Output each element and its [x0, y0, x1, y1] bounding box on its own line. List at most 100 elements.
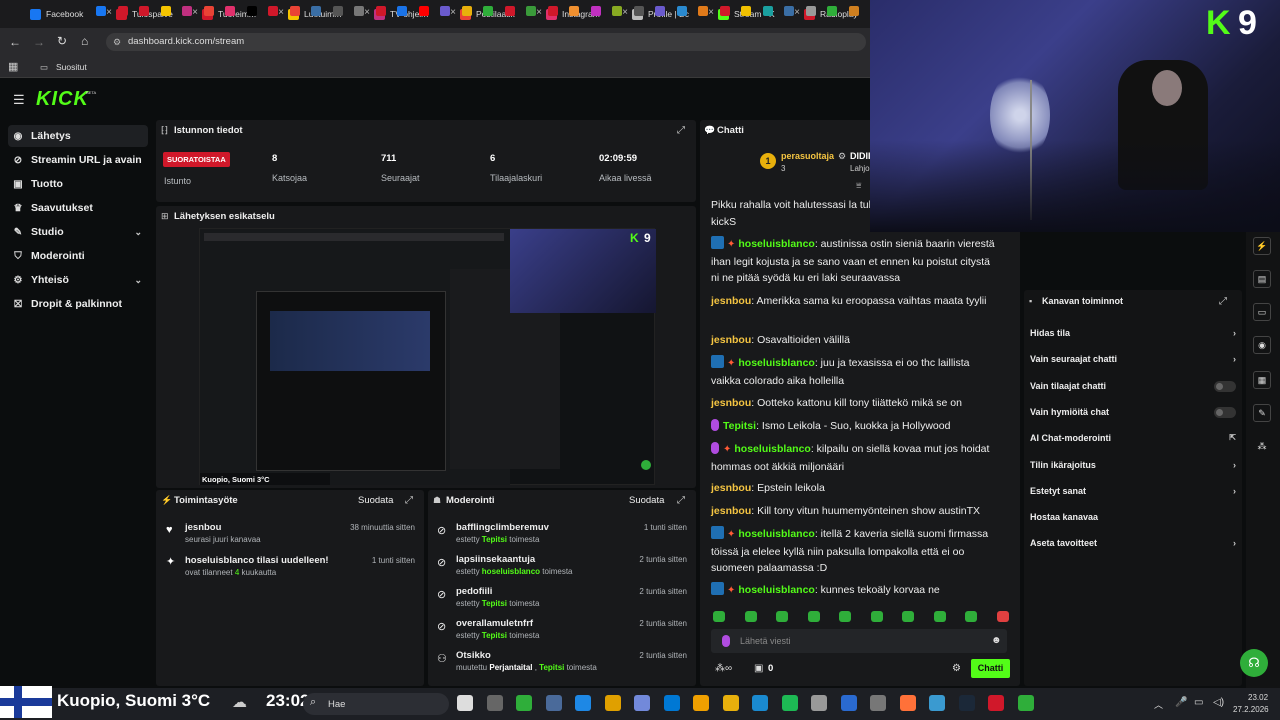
- bookmark-favicon-icon[interactable]: [418, 6, 429, 16]
- spotify-icon[interactable]: [781, 695, 798, 711]
- site-info-icon[interactable]: ⚙: [113, 37, 121, 48]
- bookmark-favicon-icon[interactable]: [440, 6, 450, 16]
- chevron-right-icon[interactable]: ›: [1233, 486, 1236, 496]
- sidebar-item-streamin-url-ja-avain[interactable]: ⊘ Streamin URL ja avain: [8, 149, 148, 171]
- bookmark-favicon-icon[interactable]: [225, 6, 235, 16]
- bookmark-favicon-icon[interactable]: [483, 6, 493, 16]
- bookmark-favicon-icon[interactable]: [96, 6, 106, 16]
- moderation-filter-button[interactable]: Suodata: [629, 495, 664, 506]
- chat-username[interactable]: hoseluisblanco: [738, 584, 814, 596]
- moderation-item-name[interactable]: bafflingclimberemuv: [456, 522, 549, 533]
- channel-action-item[interactable]: Estetyt sanat ›: [1030, 486, 1236, 496]
- bookmark-favicon-icon[interactable]: [805, 6, 816, 16]
- sidebar-item-dropit-palkinnot[interactable]: ⛝ Dropit & palkinnot: [8, 293, 148, 315]
- chat-username[interactable]: hoseluisblanco: [738, 357, 814, 369]
- emote-icon[interactable]: [839, 611, 851, 622]
- channel-action-item[interactable]: Hostaa kanavaa: [1030, 512, 1236, 522]
- emote-icon[interactable]: [902, 611, 914, 622]
- bookmark-favicon-icon[interactable]: [397, 6, 407, 16]
- wrench-icon[interactable]: ✎: [1253, 404, 1271, 422]
- chat-username[interactable]: jesnbou: [711, 505, 751, 517]
- sidebar-item-lähetys[interactable]: ◉ Lähetys: [8, 125, 148, 147]
- chevron-right-icon[interactable]: ›: [1233, 328, 1236, 338]
- bookmark-favicon-icon[interactable]: [504, 6, 515, 16]
- chat-username[interactable]: Tepitsi: [723, 420, 756, 432]
- store-icon[interactable]: ▣: [754, 663, 763, 674]
- bookmark-favicon-icon[interactable]: [203, 6, 214, 16]
- outlook-icon[interactable]: [663, 695, 680, 711]
- bookmark-favicon-icon[interactable]: [246, 6, 257, 16]
- bookmark-favicon-icon[interactable]: [762, 6, 773, 16]
- microphone-icon[interactable]: 🎤: [1175, 697, 1187, 708]
- chat-username[interactable]: hoseluisblanco: [738, 238, 814, 250]
- stream-preview-video[interactable]: K 9 Kuopio, Suomi 3°C: [199, 228, 656, 485]
- sidebar-item-tuotto[interactable]: ▣ Tuotto: [8, 173, 148, 195]
- emoji-icon[interactable]: ☻: [991, 635, 1002, 646]
- chevron-right-icon[interactable]: ›: [1233, 354, 1236, 364]
- close-icon[interactable]: ×: [192, 7, 198, 18]
- support-button[interactable]: ☊: [1240, 649, 1268, 677]
- bookmark-favicon-icon[interactable]: [182, 6, 192, 16]
- pinned-user[interactable]: perasuoltaja: [781, 151, 834, 161]
- chat-username[interactable]: jesnbou: [711, 397, 751, 409]
- close-icon[interactable]: ×: [278, 7, 284, 18]
- bookmark-favicon-icon[interactable]: [569, 6, 579, 16]
- chat-username[interactable]: jesnbou: [711, 295, 751, 307]
- emote-icon[interactable]: [713, 611, 725, 622]
- task-view-icon[interactable]: [457, 695, 473, 711]
- channel-action-item[interactable]: Tilin ikärajoitus ›: [1030, 460, 1236, 470]
- app-icon[interactable]: [516, 695, 532, 711]
- chat-settings-icon[interactable]: ⚙: [952, 663, 961, 674]
- sidebar-item-moderointi[interactable]: ⛉ Moderointi: [8, 245, 148, 267]
- folder-icon[interactable]: ▭: [40, 62, 48, 73]
- forward-icon[interactable]: →: [33, 35, 45, 49]
- bookmark-favicon-icon[interactable]: [676, 6, 687, 16]
- bookmark-favicon-icon[interactable]: [590, 6, 601, 16]
- network-icon[interactable]: ▭: [1194, 697, 1203, 708]
- chat-username[interactable]: hoseluisblanco: [738, 528, 814, 540]
- channel-action-item[interactable]: Vain seuraajat chatti ›: [1030, 354, 1236, 364]
- reload-icon[interactable]: ↻: [57, 34, 67, 48]
- chevron-down-icon[interactable]: ⌄: [134, 227, 142, 238]
- channel-action-item[interactable]: Aseta tavoitteet ›: [1030, 538, 1236, 548]
- bookmark-favicon-icon[interactable]: [289, 6, 300, 16]
- bookmark-folder-suositut[interactable]: Suositut: [56, 62, 87, 72]
- chevron-right-icon[interactable]: ›: [1233, 460, 1236, 470]
- app-icon[interactable]: [545, 695, 562, 711]
- expand-icon[interactable]: ⤢: [677, 125, 685, 136]
- kick-logo[interactable]: KICK: [36, 88, 89, 111]
- clipboard-icon[interactable]: ▤: [1253, 270, 1271, 288]
- moderation-item-name[interactable]: pedofiili: [456, 586, 492, 597]
- chevron-down-icon[interactable]: ⌄: [134, 275, 142, 286]
- hamburger-menu-icon[interactable]: ☰: [13, 92, 25, 108]
- bookmark-favicon-icon[interactable]: [633, 6, 644, 16]
- app-icon[interactable]: [1017, 695, 1034, 711]
- app-icon[interactable]: [486, 695, 503, 711]
- send-chat-button[interactable]: Chatti: [971, 659, 1010, 678]
- close-icon[interactable]: ×: [536, 7, 542, 18]
- channel-action-item[interactable]: Vain tilaajat chatti: [1030, 380, 1236, 392]
- emote-icon[interactable]: [965, 611, 977, 622]
- sidebar-item-saavutukset[interactable]: ♛ Saavutukset: [8, 197, 148, 219]
- bookmark-favicon-icon[interactable]: [526, 6, 536, 16]
- emote-icon[interactable]: [776, 611, 788, 622]
- channel-action-item[interactable]: Hidas tila ›: [1030, 328, 1236, 338]
- bookmark-favicon-icon[interactable]: [655, 6, 665, 16]
- sidebar-item-studio[interactable]: ✎ Studio ⌄: [8, 221, 148, 243]
- chevron-right-icon[interactable]: ›: [1233, 538, 1236, 548]
- close-icon[interactable]: ×: [450, 7, 456, 18]
- app-icon[interactable]: [575, 695, 591, 711]
- chat-bubble-icon[interactable]: ▭: [1253, 303, 1271, 321]
- app-icon[interactable]: [693, 695, 709, 711]
- channel-action-item[interactable]: AI Chat-moderointi ⇱: [1030, 433, 1236, 443]
- filter-icon[interactable]: ⩸: [856, 180, 861, 191]
- emote-icon[interactable]: [744, 611, 757, 622]
- emote-icon[interactable]: [996, 611, 1009, 622]
- bookmark-favicon-icon[interactable]: [848, 6, 859, 16]
- channel-action-item[interactable]: Vain hymiöitä chat: [1030, 406, 1236, 418]
- chrome-icon[interactable]: [988, 695, 1004, 711]
- moderation-item-name[interactable]: overallamuletnfrf: [456, 618, 533, 629]
- bookmark-favicon-icon[interactable]: [139, 6, 149, 16]
- emote-icon[interactable]: [870, 611, 883, 622]
- bookmark-favicon-icon[interactable]: [311, 6, 321, 16]
